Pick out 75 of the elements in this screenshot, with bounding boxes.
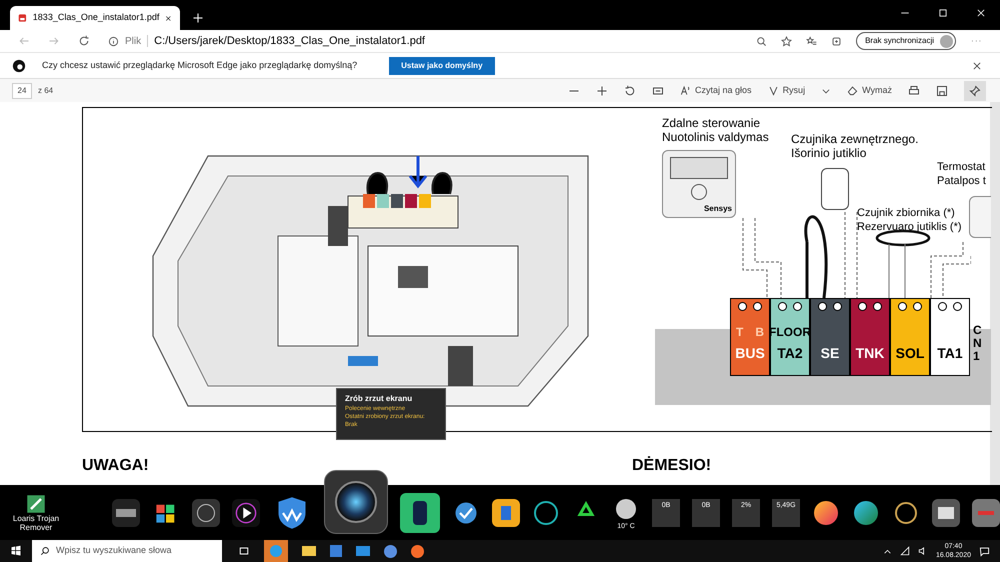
new-tab-icon[interactable] <box>192 12 204 24</box>
close-icon[interactable] <box>165 14 172 22</box>
windows-start-icon[interactable] <box>10 545 22 557</box>
device-label: Czujnika zewnętrznego. <box>791 132 918 146</box>
maximize-icon[interactable] <box>938 8 948 18</box>
device-label: Patalpos t <box>937 174 986 188</box>
collections-icon[interactable] <box>831 36 842 46</box>
read-aloud-button[interactable]: Czytaj na głos <box>680 84 752 98</box>
set-default-button[interactable]: Ustaw jako domyślny <box>389 56 495 74</box>
terminal-sublabel: T <box>736 326 744 341</box>
brand-label: Sensys <box>704 203 732 215</box>
terminal-label: SOL <box>896 346 924 360</box>
browser-tab[interactable]: 1833_Clas_One_instalator1.pdf <box>10 6 180 30</box>
read-aloud-icon[interactable] <box>680 85 692 96</box>
notifications-icon[interactable] <box>979 546 990 556</box>
display-screen <box>670 157 728 179</box>
scrollbar[interactable] <box>990 102 1000 485</box>
star-icon[interactable] <box>781 36 792 46</box>
device-label: Rezervuaro jutiklis (*) <box>857 220 962 234</box>
camera-lens-icon[interactable] <box>324 470 388 534</box>
pdf-icon <box>18 12 27 24</box>
refresh-icon[interactable] <box>78 35 90 47</box>
firefox-icon[interactable] <box>411 544 424 558</box>
tools-icon[interactable] <box>972 498 1000 526</box>
tooltip-title: Zrób zrzut ekranu <box>345 393 414 405</box>
print-icon[interactable] <box>908 84 920 96</box>
thermostat-drawing <box>969 196 991 238</box>
trojan-remover-icon <box>26 494 46 514</box>
device-label: Czujnik zbiornika (*) <box>857 206 956 220</box>
terminal-label: SE <box>820 346 840 360</box>
device-label: Termostat <box>937 160 986 174</box>
default-browser-message: Czy chcesz ustawić przeglądarkę Microsoft Edge jako przeglądarkę domyślną? <box>42 58 358 72</box>
address-prefix: Plik <box>125 34 142 48</box>
favorites-icon[interactable] <box>806 36 818 46</box>
pen-icon[interactable] <box>768 85 779 96</box>
connector-label: CN1 <box>973 324 983 366</box>
search-icon[interactable] <box>40 546 50 556</box>
device-label: Nuotolinis valdymas <box>662 130 769 144</box>
pin-icon[interactable] <box>969 84 981 96</box>
avatar-icon <box>940 34 953 48</box>
letter-r-app-icon[interactable] <box>400 492 440 532</box>
terminal-label: TA1 <box>937 346 963 360</box>
search-field[interactable]: Wpisz tu wyszukiwane słowa <box>32 540 222 562</box>
device-label: Zdalne sterowanie <box>662 116 762 130</box>
address-field[interactable]: C:/Users/jarek/Desktop/1833_Clas_One_instalator1.pdf <box>154 32 425 50</box>
warning-heading: DĖMESIO! <box>632 455 712 476</box>
close-icon[interactable] <box>972 60 982 70</box>
fit-page-icon[interactable] <box>652 84 664 96</box>
eraser-icon[interactable] <box>847 85 858 96</box>
erase-button[interactable]: Wymaż <box>847 84 892 98</box>
task-view-icon[interactable] <box>238 545 250 557</box>
terminal-label: TA2 <box>777 346 803 360</box>
music-folder-icon[interactable] <box>492 498 520 526</box>
terminal-label: BUS <box>735 346 765 360</box>
edge-logo-icon <box>12 58 26 72</box>
nexus-icon[interactable] <box>112 498 140 526</box>
monitor-icon[interactable] <box>932 498 960 526</box>
warning-heading: UWAGA! <box>82 456 149 476</box>
zoom-in-icon[interactable] <box>596 84 608 96</box>
page-number-field[interactable]: 24 <box>12 82 32 98</box>
info-icon[interactable] <box>108 36 119 46</box>
terminal-sublabel: B <box>755 326 764 341</box>
clock-icon[interactable] <box>192 498 220 526</box>
page-count: z 64 <box>38 84 54 96</box>
knob <box>691 184 707 200</box>
play-icon[interactable] <box>232 498 260 526</box>
terminal-label: TNK <box>856 346 884 360</box>
device-label: Išorinio jutiklio <box>791 146 868 160</box>
draw-button[interactable]: Rysuj <box>768 84 806 98</box>
sync-button[interactable]: Brak synchronizacji <box>856 32 956 50</box>
outdoor-sensor-drawing <box>821 168 849 210</box>
desktop-shortcut[interactable]: Loaris Trojan Remover <box>8 494 64 532</box>
save-icon[interactable] <box>936 84 948 96</box>
rotate-icon[interactable] <box>624 84 636 96</box>
zoom-icon[interactable] <box>756 36 768 46</box>
